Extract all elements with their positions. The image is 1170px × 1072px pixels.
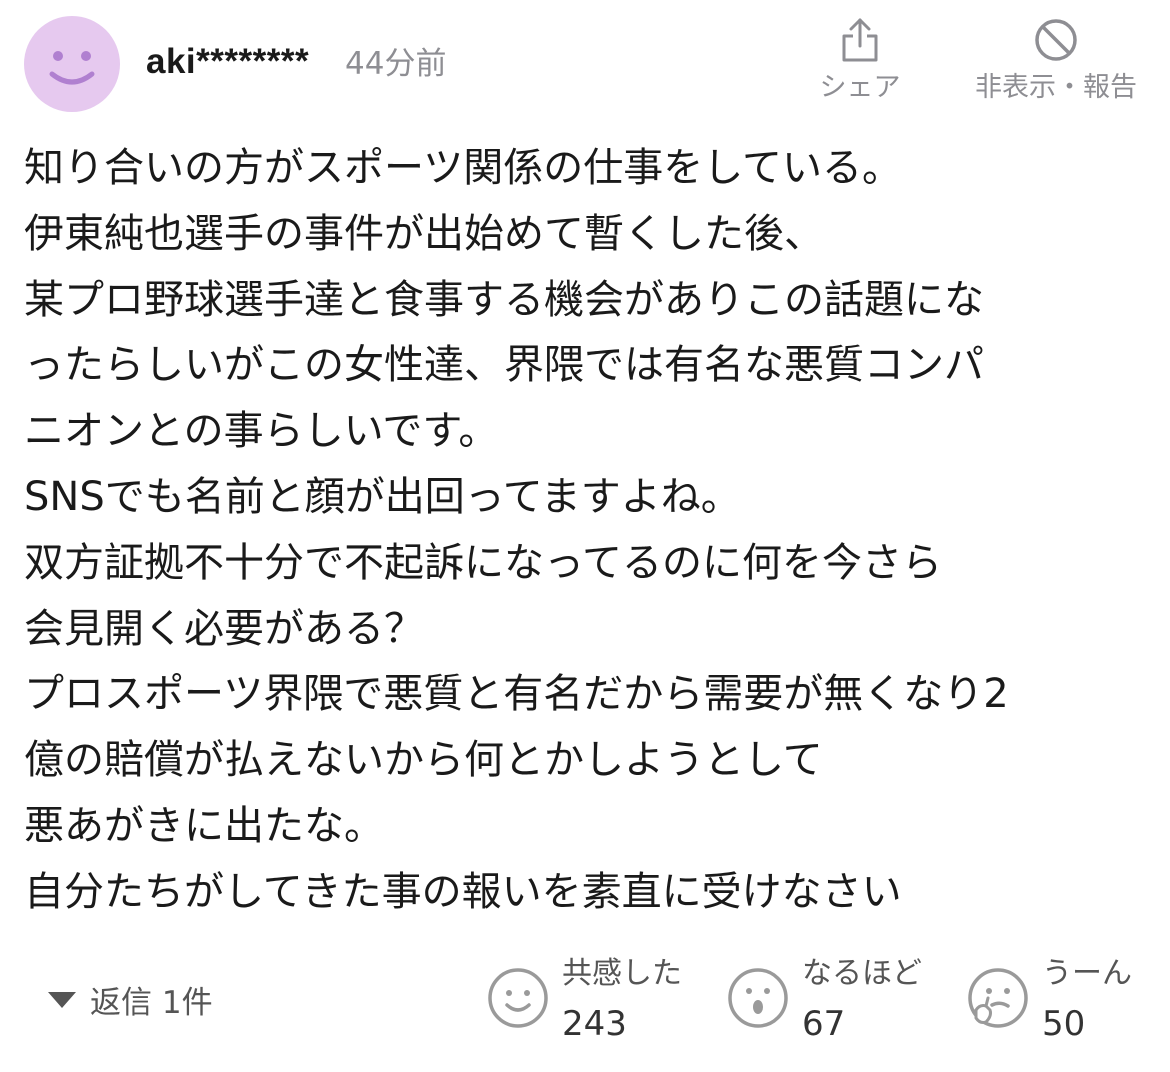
comment-line: ったらしいがこの女性達、界隈では有名な悪質コンパ [24, 342, 984, 389]
comment-line: 知り合いの方がスポーツ関係の仕事をしている。 [24, 145, 902, 191]
share-label: シェア [819, 72, 901, 103]
comment-line: 悪あがきに出たな。 [24, 802, 384, 849]
reaction-count: 67 [802, 1004, 846, 1044]
surprised-face-icon [728, 968, 788, 1028]
smile-face-icon [488, 968, 548, 1028]
comment-line: 某プロ野球選手達と食事する機会がありこの話題にな [24, 276, 984, 323]
comment-card: aki******** 44分前 シェア 非表示・報告 知り合いの方がスポーツ関… [0, 0, 1170, 1072]
reaction-label: なるほど [802, 956, 922, 991]
reaction-empathy-button[interactable]: 共感した 243 [486, 956, 706, 1046]
triangle-down-icon [48, 992, 76, 1008]
reply-toggle-button[interactable]: 返信 1件 [48, 976, 213, 1022]
reaction-label: うーん [1042, 956, 1132, 991]
reaction-label: 共感した [562, 956, 682, 991]
reaction-count: 50 [1042, 1004, 1086, 1044]
share-button[interactable]: シェア [808, 16, 912, 106]
share-icon [842, 18, 878, 62]
comment-line: 会見開く必要がある？ [24, 605, 424, 652]
comment-line: プロスポーツ界隈で悪質と有名だから需要が無くなり2 [24, 671, 1009, 718]
thinking-face-icon [968, 968, 1028, 1028]
comment-line: SNSでも名前と顔が出回ってますよね。 [24, 473, 741, 520]
hide-report-button[interactable]: 非表示・報告 [958, 16, 1154, 106]
comment-body: 知り合いの方がスポーツ関係の仕事をしている。 伊東純也選手の事件が出始めて暫くし… [24, 136, 1154, 926]
reaction-uun-button[interactable]: うーん 50 [966, 956, 1156, 1046]
comment-line: 双方証拠不十分で不起訴になってるのに何を今さら [24, 539, 942, 586]
reply-count-label: 返信 1件 [90, 984, 213, 1021]
smiley-avatar-icon[interactable] [24, 16, 120, 112]
prohibited-icon [1035, 19, 1077, 61]
comment-line: ニオンとの事らしいです。 [24, 408, 499, 455]
username[interactable]: aki******** [146, 40, 309, 84]
comment-line: 億の賠償が払えないから何とかしようとして [24, 737, 823, 784]
hide-report-label: 非表示・報告 [975, 72, 1137, 103]
reaction-count: 243 [562, 1004, 627, 1044]
reaction-naruhodo-button[interactable]: なるほど 67 [726, 956, 946, 1046]
comment-line: 自分たちがしてきた事の報いを素直に受けなさい [24, 868, 902, 915]
timestamp: 44分前 [345, 46, 447, 82]
comment-line: 伊東純也選手の事件が出始めて暫くした後、 [24, 210, 824, 257]
